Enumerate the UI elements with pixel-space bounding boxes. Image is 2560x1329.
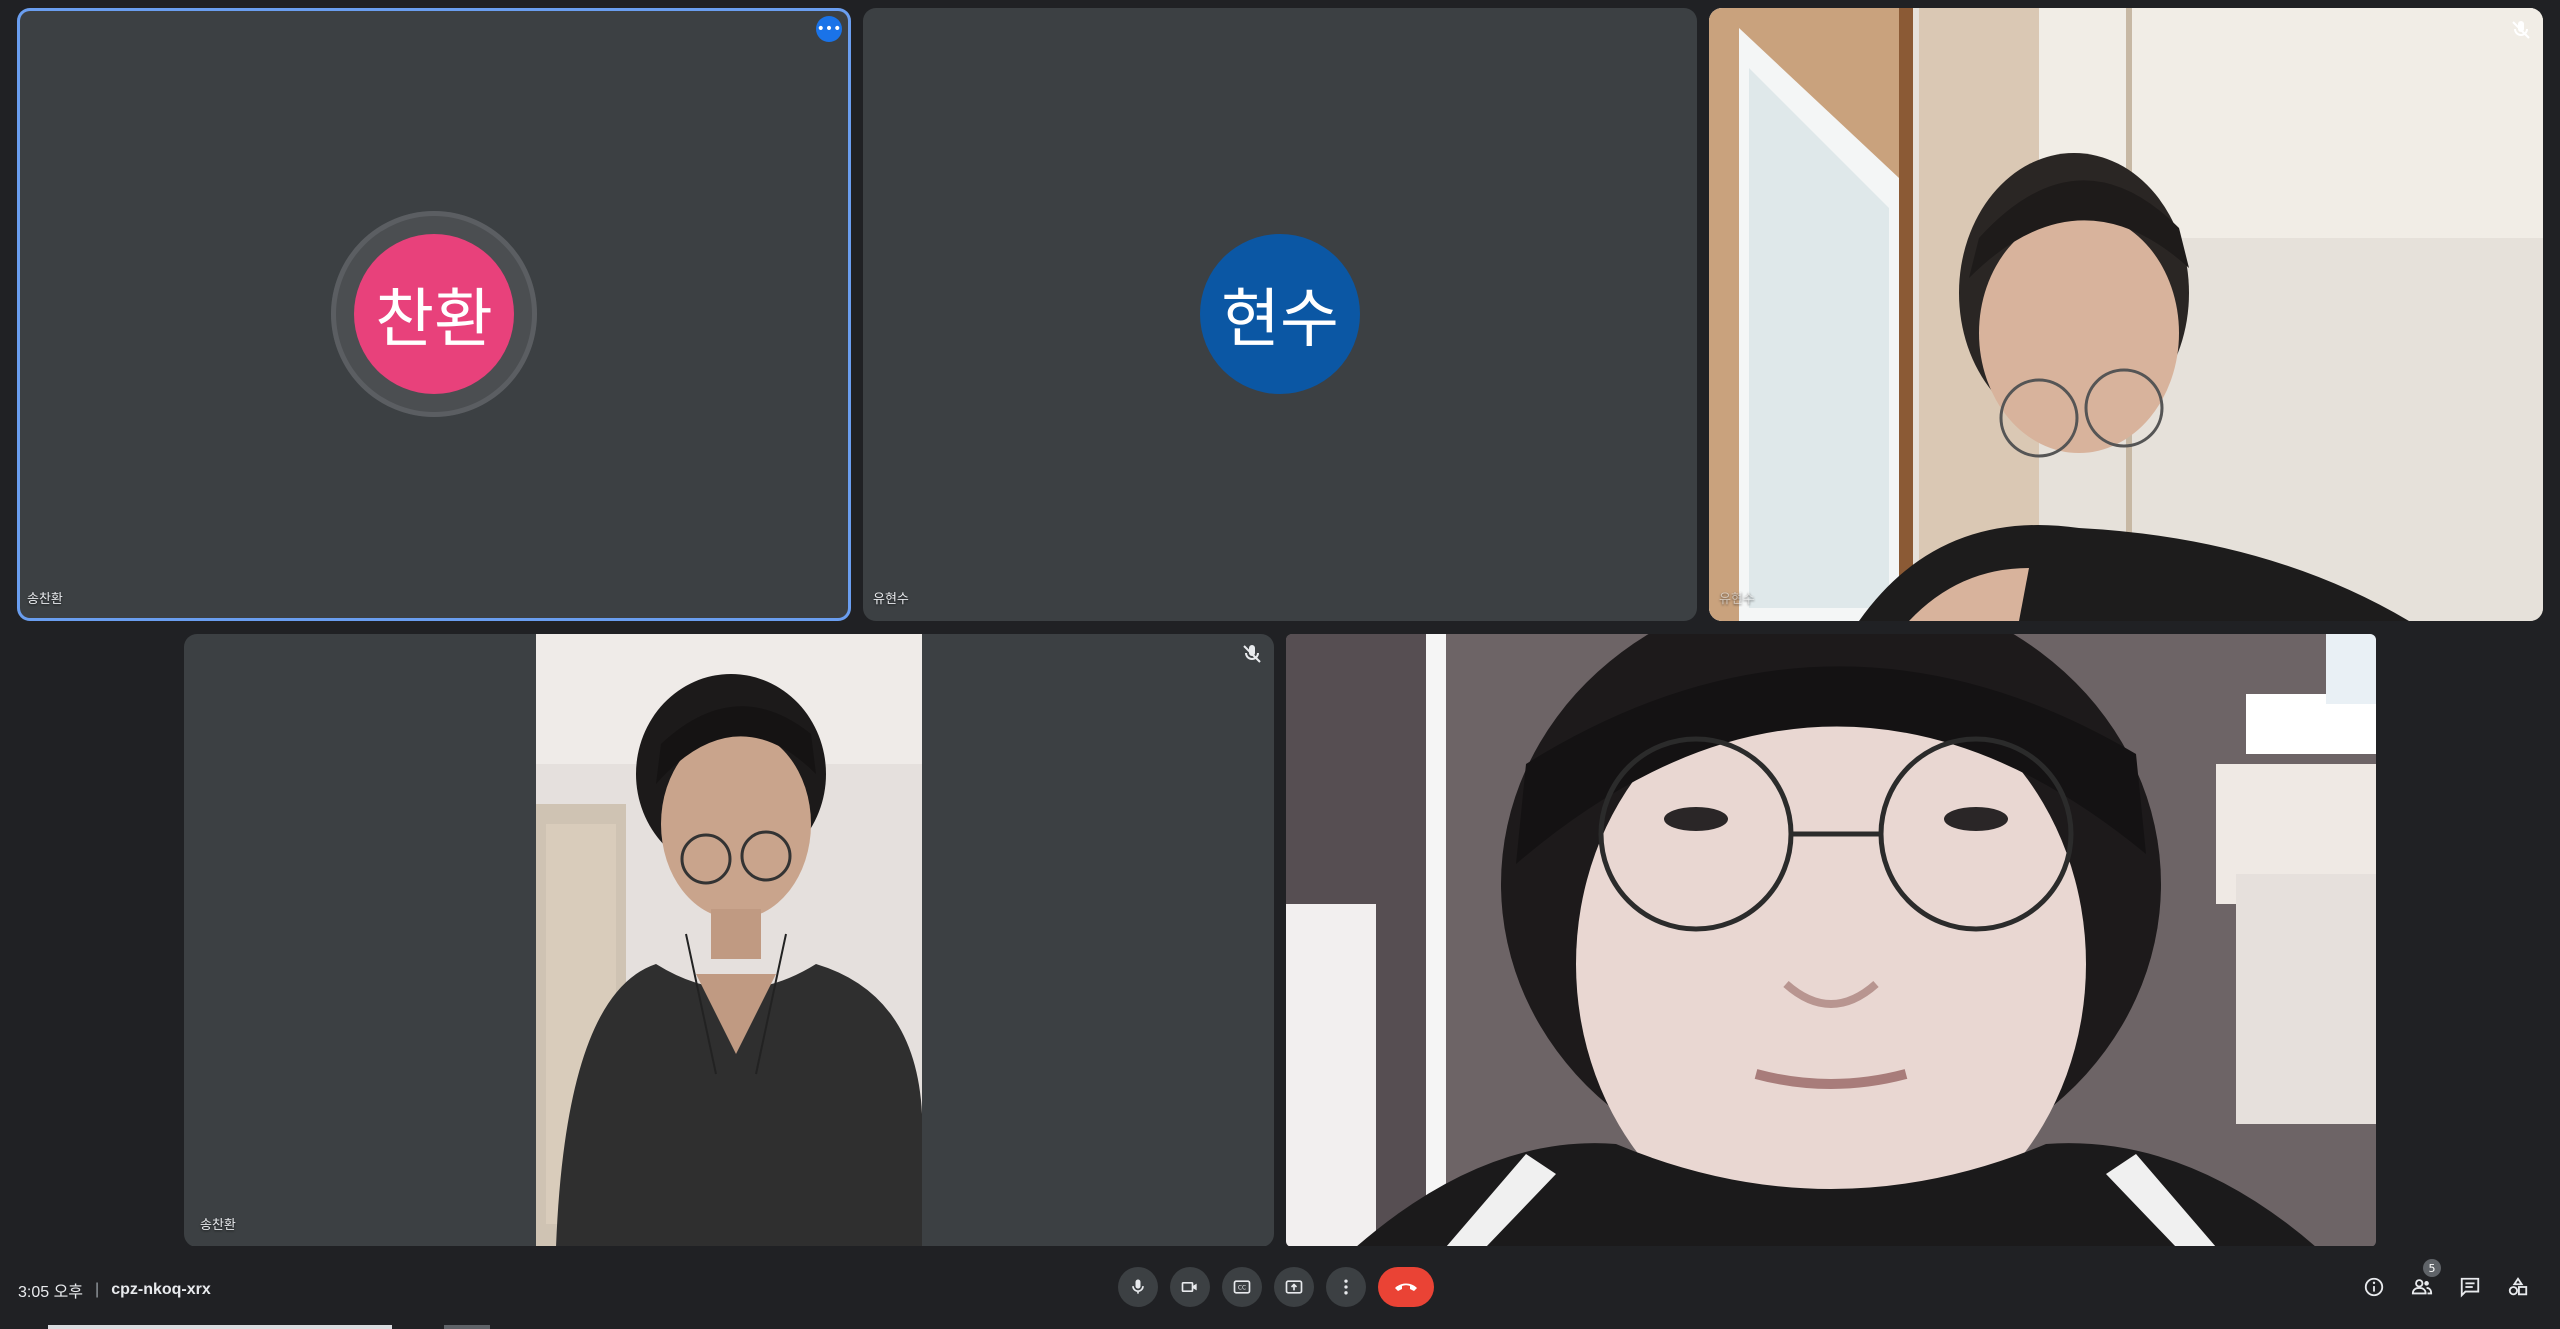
self-video: [1286, 634, 2376, 1247]
participant-tile-4[interactable]: 송찬환: [184, 634, 1274, 1247]
participant-name: 송찬환: [200, 1218, 236, 1233]
meeting-info: 3:05 오후 | cpz-nkoq-xrx: [18, 1278, 211, 1302]
taskbar-strip: [48, 1325, 392, 1329]
taskbar-strip: [444, 1325, 490, 1329]
participant-name: 송찬환: [27, 592, 63, 607]
participant-name: 유현수: [1719, 592, 1755, 607]
participant-video: [536, 634, 922, 1247]
mic-button[interactable]: [1118, 1267, 1158, 1307]
more-options-button[interactable]: [1326, 1267, 1366, 1307]
participants-count-badge: 5: [2423, 1259, 2441, 1277]
participant-video: [1709, 8, 2543, 621]
info-icon: [2364, 1277, 2384, 1297]
present-button[interactable]: [1274, 1267, 1314, 1307]
participant-name: 유현수: [873, 592, 909, 607]
people-icon: [2411, 1279, 2433, 1295]
svg-text:CC: CC: [1238, 1286, 1246, 1292]
participant-tile-1[interactable]: 찬환 ••• 송찬환: [17, 8, 851, 621]
chat-icon: [2460, 1277, 2480, 1298]
participant-tile-3[interactable]: 유현수: [1709, 8, 2543, 621]
more-options-button[interactable]: •••: [816, 16, 842, 42]
meeting-stage: 찬환 ••• 송찬환 현수 유현수 유현수 송찬환 3:05 오후 | cpz-…: [0, 0, 2560, 1329]
activities-button[interactable]: [2502, 1271, 2534, 1303]
end-call-button[interactable]: [1378, 1267, 1434, 1307]
meeting-code[interactable]: cpz-nkoq-xrx: [111, 1281, 211, 1299]
captions-icon: CC: [1233, 1280, 1251, 1294]
captions-button[interactable]: CC: [1222, 1267, 1262, 1307]
avatar: 현수: [1200, 234, 1360, 394]
more-vert-icon: [1344, 1279, 1348, 1295]
chat-button[interactable]: [2454, 1271, 2486, 1303]
participants-button[interactable]: 5: [2406, 1259, 2441, 1303]
current-time: 3:05 오후: [18, 1284, 84, 1301]
activities-shapes-icon: [2508, 1277, 2528, 1296]
participant-tile-self[interactable]: [1286, 634, 2376, 1247]
participant-tile-2[interactable]: 현수 유현수: [863, 8, 1697, 621]
meeting-details-button[interactable]: [2358, 1271, 2390, 1303]
camera-button[interactable]: [1170, 1267, 1210, 1307]
camera-icon: [1181, 1282, 1197, 1292]
mic-icon: [1132, 1279, 1144, 1294]
mic-off-icon: [2512, 21, 2530, 39]
present-screen-icon: [1285, 1280, 1303, 1294]
avatar: 찬환: [354, 234, 514, 394]
end-call-icon: [1395, 1283, 1417, 1291]
mic-off-icon: [1243, 645, 1261, 663]
separator: |: [95, 1281, 100, 1298]
